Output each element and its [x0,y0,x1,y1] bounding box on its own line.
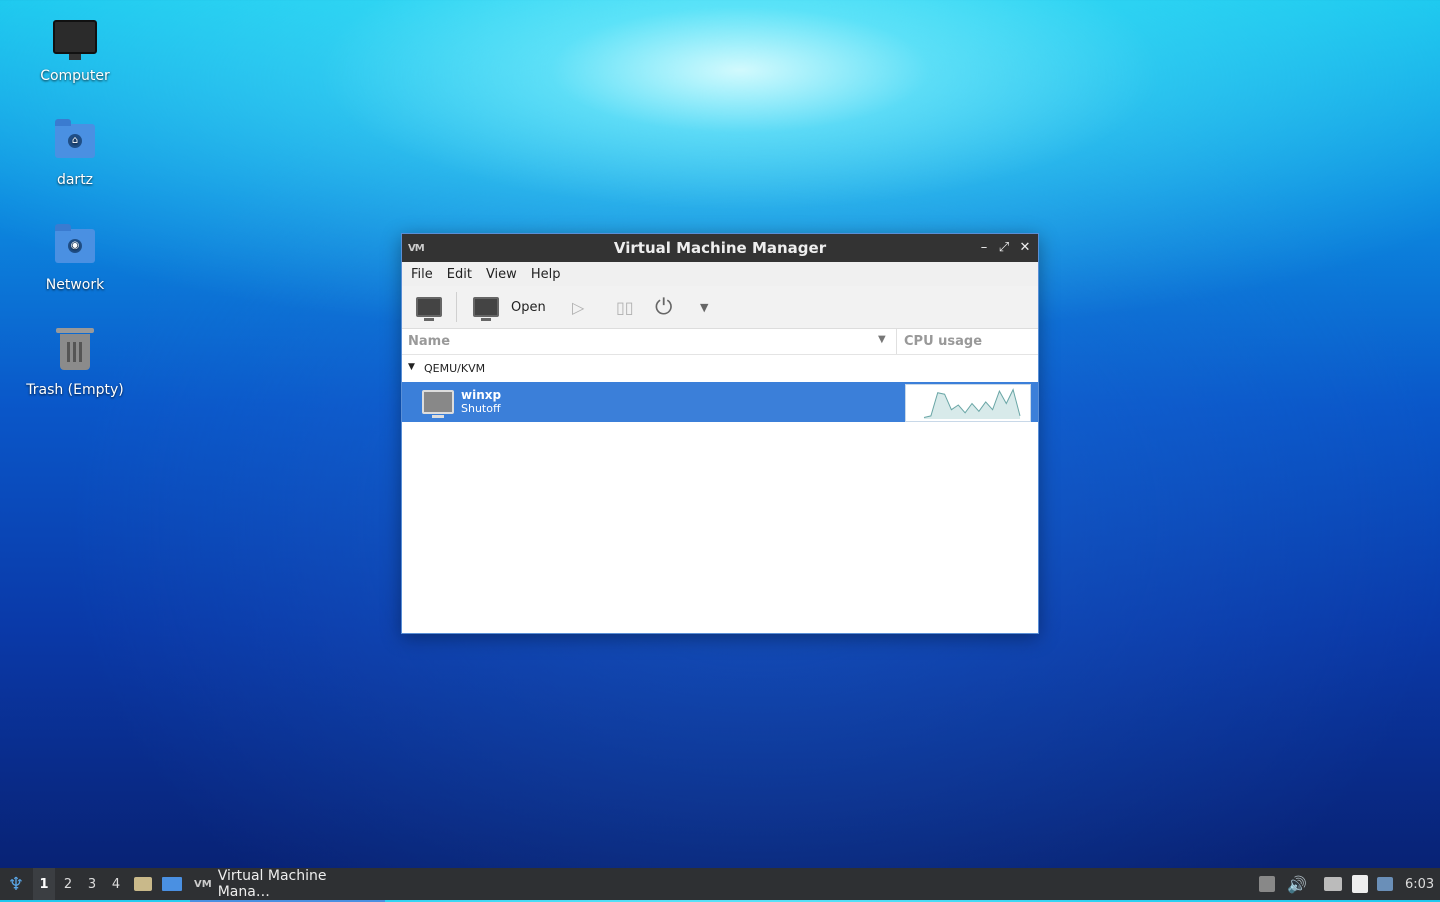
vmm-window: VM Virtual Machine Manager – ⤢ ✕ File Ed… [401,233,1039,634]
maximize-icon[interactable]: ⤢ [995,239,1013,257]
window-title: Virtual Machine Manager [613,239,827,257]
shutdown-button[interactable]: ⏻ [655,294,673,320]
connection-label: QEMU/KVM [424,362,486,375]
start-menu-button[interactable]: ♆ [4,868,28,900]
eject-icon [1259,876,1275,892]
computer-icon [53,20,97,64]
minimize-icon[interactable]: – [975,239,993,257]
toolbar-separator [456,292,457,322]
desktop-icon-trash[interactable]: Trash (Empty) [15,328,135,398]
volume-icon: 🔊 [1287,874,1307,894]
desktop-icon-label: Trash (Empty) [26,382,124,398]
cpu-usage-graph [905,384,1031,422]
desktop-icon-label: dartz [56,172,94,188]
window-titlebar[interactable]: VM Virtual Machine Manager – ⤢ ✕ [402,234,1038,262]
menu-view[interactable]: View [479,267,524,282]
vm-status: Shutoff [461,402,501,415]
vm-monitor-icon [422,390,454,418]
pause-icon: ▯▯ [616,297,634,317]
vm-name: winxp [461,388,502,402]
desktop-icon-home-folder[interactable]: ⌂ dartz [15,119,135,188]
list-header: Name ▼ CPU usage [402,329,1038,355]
clipboard-tray-button[interactable] [1352,868,1368,900]
desktop-icon-network[interactable]: ◉ Network [15,224,135,293]
taskbar-window-label: Virtual Machine Mana… [217,868,327,900]
sort-chevron-icon[interactable]: ▼ [878,334,886,345]
menu-edit[interactable]: Edit [440,267,479,282]
workspace-4[interactable]: 4 [105,868,127,900]
column-header-name[interactable]: Name [408,334,450,349]
monitor-icon [473,297,499,321]
taskbar: ♆ 1 2 3 4 VM Virtual Machine Mana… 🔊 6:0… [0,868,1440,902]
chevron-down-icon: ▼ [700,300,709,314]
toolbar: Open ▷ ▯▯ ⏻ ▼ [402,286,1038,329]
taskbar-window-button[interactable]: VM Virtual Machine Mana… [190,868,385,902]
desktop-icon-computer[interactable]: Computer [15,14,135,84]
home-folder-icon: ⌂ [53,119,97,168]
vmm-app-icon: VM [408,243,425,254]
workspace-3[interactable]: 3 [81,868,103,900]
vmm-task-icon: VM [194,878,212,890]
show-desktop-launcher[interactable] [162,868,182,900]
pause-button[interactable]: ▯▯ [616,295,634,319]
new-vm-icon [416,297,442,321]
menu-file[interactable]: File [404,267,440,282]
workspace-1[interactable]: 1 [33,868,55,900]
column-separator [896,329,897,354]
trash-icon [53,328,97,378]
desktop-icon [162,877,182,891]
network-folder-icon: ◉ [53,224,97,273]
close-icon[interactable]: ✕ [1016,239,1034,257]
menu-help[interactable]: Help [524,267,568,282]
file-manager-icon [134,877,152,891]
clock-time: 6:03 [1405,876,1435,892]
volume-button[interactable]: 🔊 [1287,868,1307,900]
open-button-label: Open [511,299,546,315]
clock[interactable]: 6:03 [1405,868,1434,900]
updates-tray-button[interactable] [1377,868,1393,900]
shutdown-menu-button[interactable]: ▼ [700,295,708,319]
play-icon: ▷ [572,297,585,317]
power-icon: ⏻ [655,294,673,320]
clipboard-icon [1352,875,1368,893]
distro-logo-icon: ♆ [7,873,25,895]
network-icon [1324,877,1342,891]
menubar: File Edit View Help [402,262,1038,286]
vm-row[interactable]: winxp Shutoff [402,382,1038,422]
expander-icon[interactable]: ▼ [408,362,415,372]
new-vm-button[interactable] [416,295,442,321]
desktop-icon-label: Network [45,277,105,293]
file-manager-launcher[interactable] [134,868,152,900]
tray-eject-button[interactable] [1259,868,1275,900]
workspace-2[interactable]: 2 [57,868,79,900]
update-notification-icon [1377,877,1393,891]
connection-row[interactable]: ▼ QEMU/KVM [402,355,1038,382]
open-button[interactable]: Open [473,295,546,321]
desktop-icon-label: Computer [40,68,110,84]
network-tray-button[interactable] [1324,868,1342,900]
run-button[interactable]: ▷ [572,295,584,319]
column-header-cpu[interactable]: CPU usage [904,334,982,349]
